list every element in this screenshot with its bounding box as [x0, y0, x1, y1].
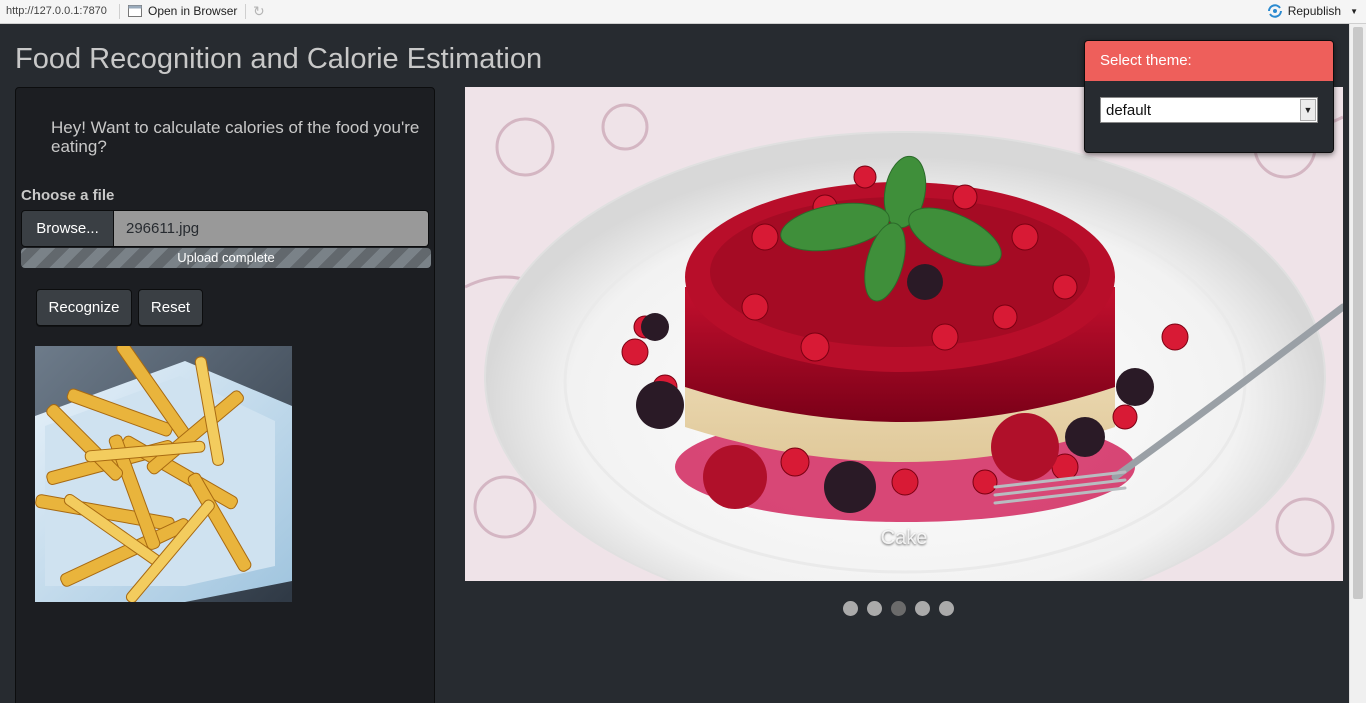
toolbar-divider — [119, 4, 120, 19]
open-in-browser-button[interactable]: Open in Browser — [128, 4, 237, 18]
theme-selector-header: Select theme: — [1085, 41, 1333, 81]
upload-progress-bar: Upload complete — [21, 248, 431, 268]
carousel-indicator[interactable] — [915, 601, 930, 616]
recognize-button[interactable]: Recognize — [36, 289, 132, 326]
image-carousel[interactable]: Cake — [465, 87, 1343, 581]
browse-button[interactable]: Browse... — [21, 210, 114, 247]
file-name-field[interactable]: 296611.jpg — [114, 210, 429, 247]
greeting-text: Hey! Want to calculate calories of the f… — [51, 118, 420, 156]
uploaded-image-preview — [35, 346, 292, 602]
theme-select[interactable]: default ▼ — [1100, 97, 1318, 123]
open-in-browser-label: Open in Browser — [148, 4, 238, 18]
sidebar-panel: Hey! Want to calculate calories of the f… — [15, 87, 435, 703]
reset-button[interactable]: Reset — [138, 289, 203, 326]
file-input-label: Choose a file — [21, 187, 115, 204]
carousel-indicator[interactable] — [843, 601, 858, 616]
carousel-indicator[interactable] — [867, 601, 882, 616]
page-title: Food Recognition and Calorie Estimation — [15, 43, 543, 75]
french-fries-image — [35, 346, 292, 602]
viewer-toolbar: http://127.0.0.1:7870 Open in Browser ↻ … — [0, 0, 1366, 24]
republish-button[interactable]: Republish ▼ — [1267, 4, 1358, 18]
carousel-indicators — [843, 601, 954, 616]
refresh-icon[interactable]: ↻ — [253, 3, 265, 20]
browser-window-icon — [128, 5, 142, 17]
chevron-down-icon[interactable]: ▼ — [1350, 7, 1358, 16]
shiny-page: Food Recognition and Calorie Estimation … — [0, 24, 1349, 703]
scrollbar-thumb[interactable] — [1353, 27, 1363, 599]
carousel-indicator-active[interactable] — [891, 601, 906, 616]
vertical-scrollbar[interactable] — [1349, 24, 1366, 703]
carousel-caption: Cake — [880, 527, 928, 549]
carousel-indicator[interactable] — [939, 601, 954, 616]
theme-selector-panel: Select theme: default ▼ — [1084, 40, 1334, 153]
chevron-down-icon[interactable]: ▼ — [1300, 99, 1316, 121]
republish-icon — [1267, 4, 1282, 18]
file-input: Browse... 296611.jpg — [21, 210, 429, 247]
cake-image — [465, 87, 1343, 581]
url-text: http://127.0.0.1:7870 — [6, 5, 107, 17]
toolbar-divider — [245, 4, 246, 19]
theme-select-value: default — [1106, 101, 1152, 119]
republish-label: Republish — [1287, 4, 1342, 18]
